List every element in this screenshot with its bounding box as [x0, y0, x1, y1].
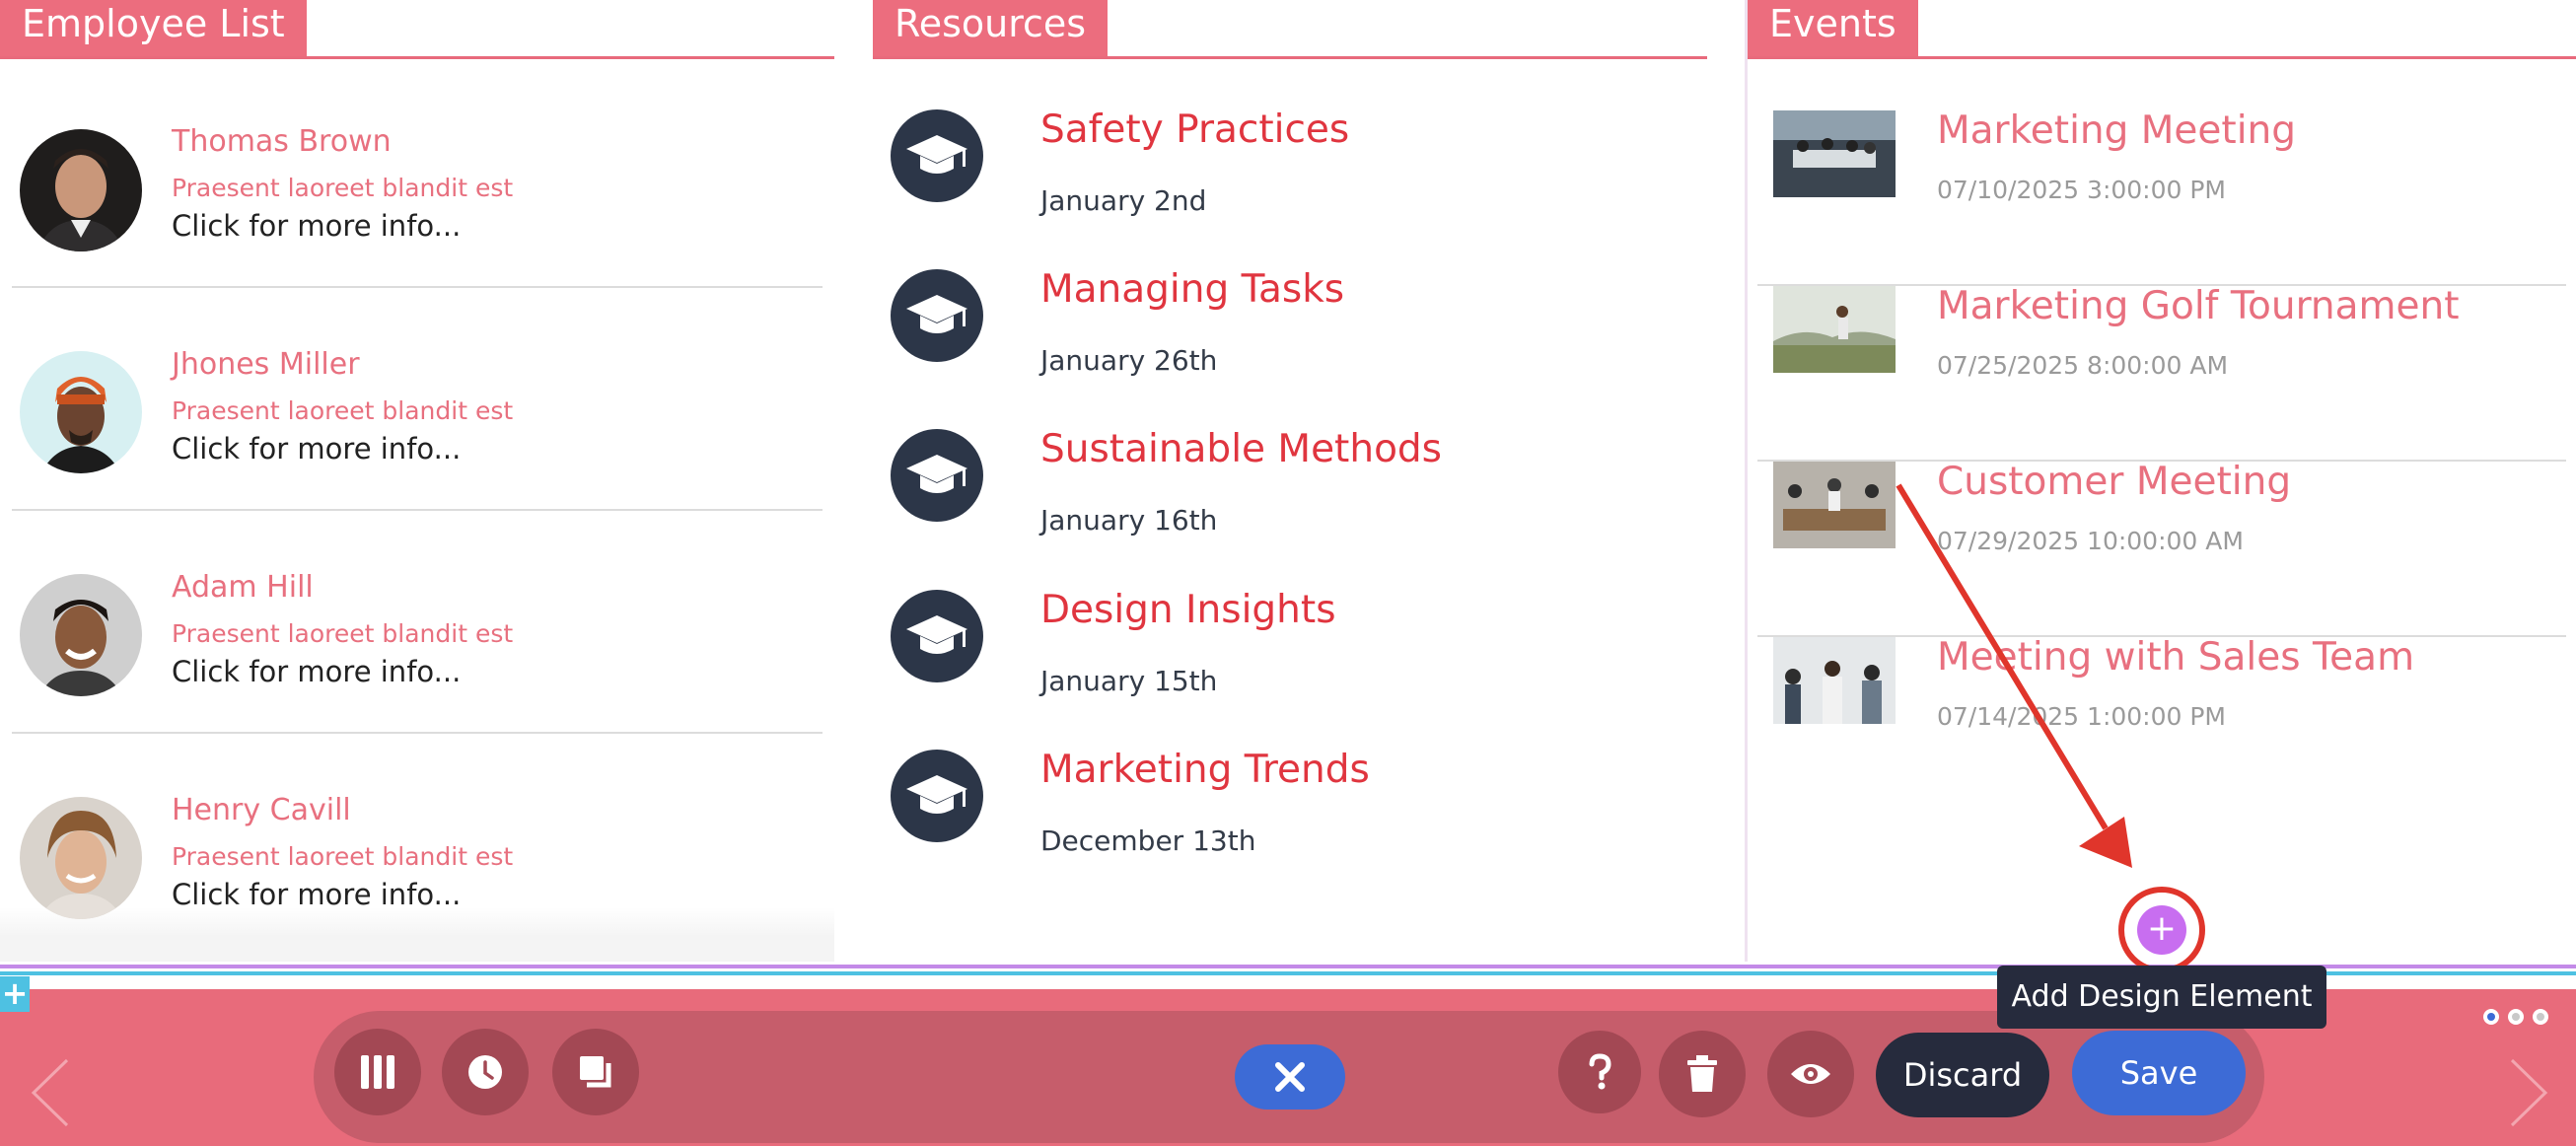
events-panel: Events Marketing Meeting 07/10/2025 3:00… [1745, 0, 2576, 962]
clock-icon [468, 1055, 502, 1089]
employee-more-info[interactable]: Click for more info... [172, 432, 461, 466]
employee-more-info[interactable]: Click for more info... [172, 655, 461, 688]
employee-name[interactable]: Thomas Brown [172, 124, 392, 159]
event-item[interactable]: Marketing Golf Tournament 07/25/2025 8:0… [1757, 284, 2566, 462]
event-item[interactable]: Customer Meeting 07/29/2025 10:00:00 AM [1757, 460, 2566, 637]
resources-panel: Resources Safety Practices January 2nd M… [873, 0, 1707, 962]
event-datetime: 07/14/2025 1:00:00 PM [1937, 702, 2227, 731]
resources-header: Resources [873, 0, 1707, 59]
resource-date: January 2nd [1040, 184, 1207, 217]
close-editor-button[interactable] [1235, 1044, 1345, 1110]
resources-title: Resources [873, 0, 1109, 56]
event-datetime: 07/25/2025 8:00:00 AM [1937, 351, 2229, 380]
columns-icon [361, 1055, 394, 1089]
trash-icon [1687, 1055, 1717, 1092]
add-design-element-button[interactable]: + [2137, 905, 2186, 955]
employee-subtitle: Praesent laoreet blandit est [172, 842, 514, 871]
employee-subtitle: Praesent laoreet blandit est [172, 174, 514, 202]
events-header: Events [1748, 0, 2576, 59]
graduation-cap-icon [891, 750, 983, 842]
employee-more-info[interactable]: Click for more info... [172, 209, 461, 243]
resource-title[interactable]: Marketing Trends [1040, 748, 1370, 792]
add-design-element-tooltip: Add Design Element [1997, 966, 2326, 1029]
event-title[interactable]: Marketing Golf Tournament [1937, 284, 2460, 328]
employee-name[interactable]: Adam Hill [172, 570, 314, 605]
graduation-cap-icon [891, 109, 983, 202]
resource-item[interactable]: Marketing Trends December 13th [891, 748, 1680, 909]
preview-button[interactable] [1767, 1031, 1854, 1117]
employee-item[interactable]: Jhones Miller Praesent laoreet blandit e… [12, 288, 823, 511]
discard-button[interactable]: Discard [1876, 1033, 2049, 1117]
avatar[interactable] [20, 574, 142, 696]
help-button[interactable] [1558, 1031, 1641, 1113]
more-options-icon[interactable] [2479, 1007, 2558, 1027]
employee-more-info[interactable]: Click for more info... [172, 878, 461, 911]
employee-name[interactable]: Henry Cavill [172, 793, 351, 827]
columns-button[interactable] [334, 1029, 421, 1115]
event-title[interactable]: Customer Meeting [1937, 460, 2291, 504]
event-thumbnail[interactable] [1773, 286, 1896, 373]
resource-date: January 26th [1040, 344, 1218, 377]
employee-item[interactable]: Adam Hill Praesent laoreet blandit est C… [12, 511, 823, 734]
previous-arrow-icon[interactable] [30, 1058, 71, 1127]
event-item[interactable]: Meeting with Sales Team 07/14/2025 1:00:… [1757, 635, 2566, 813]
event-item[interactable]: Marketing Meeting 07/10/2025 3:00:00 PM [1757, 108, 2566, 286]
close-icon [1275, 1062, 1305, 1092]
layers-icon [580, 1056, 611, 1088]
add-section-button[interactable]: + [0, 976, 30, 1012]
event-thumbnail[interactable] [1773, 637, 1896, 724]
event-thumbnail[interactable] [1773, 110, 1896, 197]
event-datetime: 07/29/2025 10:00:00 AM [1937, 527, 2244, 555]
resource-item[interactable]: Sustainable Methods January 16th [891, 427, 1680, 589]
resource-title[interactable]: Sustainable Methods [1040, 427, 1442, 471]
resource-title[interactable]: Managing Tasks [1040, 267, 1344, 312]
page: Employee List Thomas Brown Praesent laor… [0, 0, 2576, 1146]
help-icon [1589, 1053, 1611, 1090]
event-title[interactable]: Marketing Meeting [1937, 108, 2296, 153]
history-button[interactable] [442, 1029, 529, 1115]
event-thumbnail[interactable] [1773, 462, 1896, 548]
layers-button[interactable] [552, 1029, 639, 1115]
resource-item[interactable]: Managing Tasks January 26th [891, 267, 1680, 429]
employee-subtitle: Praesent laoreet blandit est [172, 396, 514, 425]
resource-date: January 15th [1040, 665, 1218, 697]
resource-item[interactable]: Design Insights January 15th [891, 588, 1680, 750]
employee-list-header: Employee List [0, 0, 834, 59]
resource-date: January 16th [1040, 504, 1218, 537]
resource-date: December 13th [1040, 824, 1256, 857]
delete-button[interactable] [1659, 1031, 1746, 1117]
employee-list-panel: Employee List Thomas Brown Praesent laor… [0, 0, 834, 962]
employee-item[interactable]: Henry Cavill Praesent laoreet blandit es… [12, 734, 823, 957]
graduation-cap-icon [891, 590, 983, 682]
resource-title[interactable]: Design Insights [1040, 588, 1336, 632]
employee-subtitle: Praesent laoreet blandit est [172, 619, 514, 648]
events-title: Events [1748, 0, 1918, 56]
graduation-cap-icon [891, 269, 983, 362]
employee-list-title: Employee List [0, 0, 307, 56]
employee-item[interactable]: Thomas Brown Praesent laoreet blandit es… [12, 65, 823, 288]
save-button[interactable]: Save [2072, 1031, 2246, 1115]
graduation-cap-icon [891, 429, 983, 522]
resource-item[interactable]: Safety Practices January 2nd [891, 107, 1680, 269]
event-title[interactable]: Meeting with Sales Team [1937, 635, 2414, 680]
avatar[interactable] [20, 351, 142, 473]
next-arrow-icon[interactable] [2508, 1058, 2549, 1127]
resource-title[interactable]: Safety Practices [1040, 107, 1349, 152]
avatar[interactable] [20, 129, 142, 251]
avatar[interactable] [20, 797, 142, 919]
eye-icon [1791, 1064, 1830, 1084]
event-datetime: 07/10/2025 3:00:00 PM [1937, 176, 2227, 204]
employee-name[interactable]: Jhones Miller [172, 347, 360, 382]
